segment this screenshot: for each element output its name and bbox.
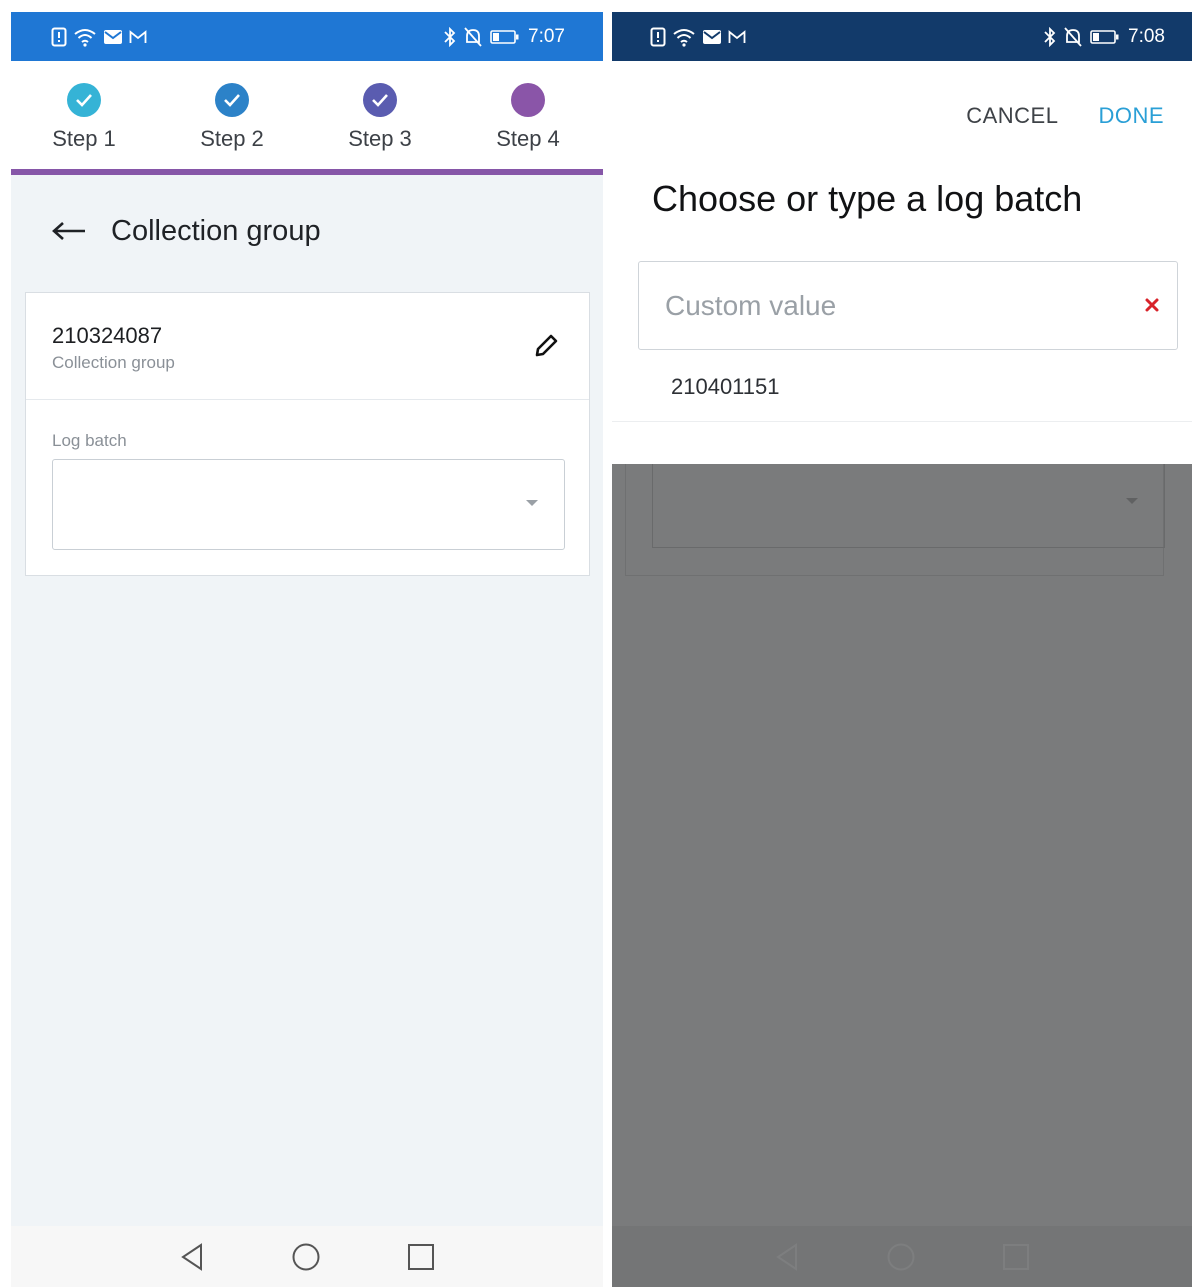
stepper: Step 1 Step 2 Step 3 Step 4 <box>11 61 603 175</box>
custom-value-input[interactable] <box>665 262 1105 349</box>
nav-home-icon[interactable] <box>291 1242 321 1272</box>
gmail-icon <box>728 29 746 43</box>
gmail-icon <box>129 29 147 43</box>
step-4[interactable]: Step 4 <box>473 83 583 152</box>
mail-icon <box>703 29 721 44</box>
nav-back-icon[interactable] <box>179 1242 205 1272</box>
wifi-icon <box>673 28 695 47</box>
log-batch-select[interactable] <box>52 459 565 550</box>
status-icons-right: 7:08 <box>1044 26 1165 48</box>
dropdown-caret-icon <box>526 500 538 506</box>
status-icons-right: 7:07 <box>444 26 565 48</box>
custom-value-field <box>638 261 1178 350</box>
collection-group-label: Collection group <box>52 353 175 372</box>
collection-group-row: 210324087 Collection group <box>26 293 589 400</box>
back-arrow-icon[interactable] <box>51 219 87 243</box>
bluetooth-icon <box>444 26 456 47</box>
done-button[interactable]: DONE <box>1098 103 1164 129</box>
modal-backdrop[interactable] <box>612 464 1192 1287</box>
system-nav-bar <box>612 1226 1192 1287</box>
collection-group-value: 210324087 <box>52 323 163 348</box>
step-1-label: Step 1 <box>52 126 116 151</box>
log-batch-dialog: CANCEL DONE Choose or type a log batch 2… <box>612 61 1192 464</box>
nav-recents-icon[interactable] <box>1002 1243 1030 1271</box>
step-3-check-icon <box>363 83 397 117</box>
bluetooth-icon <box>1044 26 1056 47</box>
nav-recents-icon[interactable] <box>407 1243 435 1271</box>
bell-muted-icon <box>1064 26 1082 47</box>
cancel-button[interactable]: CANCEL <box>966 103 1058 129</box>
dimmed-log-batch-select <box>652 464 1165 548</box>
stepper-progress-line <box>11 169 603 175</box>
status-icons-left <box>51 27 147 47</box>
log-batch-label: Log batch <box>52 431 127 450</box>
sim-alert-icon <box>51 27 67 46</box>
battery-icon <box>490 29 519 44</box>
battery-icon <box>1090 29 1119 44</box>
nav-back-icon[interactable] <box>774 1242 800 1272</box>
step-1[interactable]: Step 1 <box>29 83 139 152</box>
dialog-actions: CANCEL DONE <box>966 103 1164 129</box>
option-item[interactable]: 210401151 <box>612 350 1192 422</box>
dropdown-caret-icon <box>1126 498 1138 504</box>
status-time: 7:07 <box>528 25 565 47</box>
clear-icon[interactable] <box>1141 294 1163 316</box>
page-header: Collection group <box>11 186 603 276</box>
collection-card: 210324087 Collection group Log batch <box>25 292 590 576</box>
sim-alert-icon <box>650 27 666 46</box>
right-screen: 7:08 CANCEL DONE Choose or type a log ba… <box>612 12 1192 1287</box>
nav-home-icon[interactable] <box>886 1242 916 1272</box>
step-4-dot-icon <box>511 83 545 117</box>
step-1-check-icon <box>67 83 101 117</box>
edit-pencil-icon[interactable] <box>533 331 561 359</box>
step-3-label: Step 3 <box>348 126 412 151</box>
dimmed-card <box>625 464 1165 576</box>
mail-icon <box>104 29 122 44</box>
step-4-label: Step 4 <box>496 126 560 151</box>
step-2-label: Step 2 <box>200 126 264 151</box>
status-bar: 7:07 <box>11 12 603 61</box>
bell-muted-icon <box>464 26 482 47</box>
system-nav-bar <box>11 1226 603 1287</box>
status-time: 7:08 <box>1128 25 1165 47</box>
step-3[interactable]: Step 3 <box>325 83 435 152</box>
left-screen: 7:07 Step 1 Step 2 Step 3 Step 4 Collect… <box>11 12 603 1287</box>
status-bar: 7:08 <box>612 12 1192 61</box>
dialog-title: Choose or type a log batch <box>652 178 1083 219</box>
status-icons-left <box>650 27 746 47</box>
step-2-check-icon <box>215 83 249 117</box>
wifi-icon <box>74 28 96 47</box>
page-title: Collection group <box>111 214 321 247</box>
step-2[interactable]: Step 2 <box>177 83 287 152</box>
